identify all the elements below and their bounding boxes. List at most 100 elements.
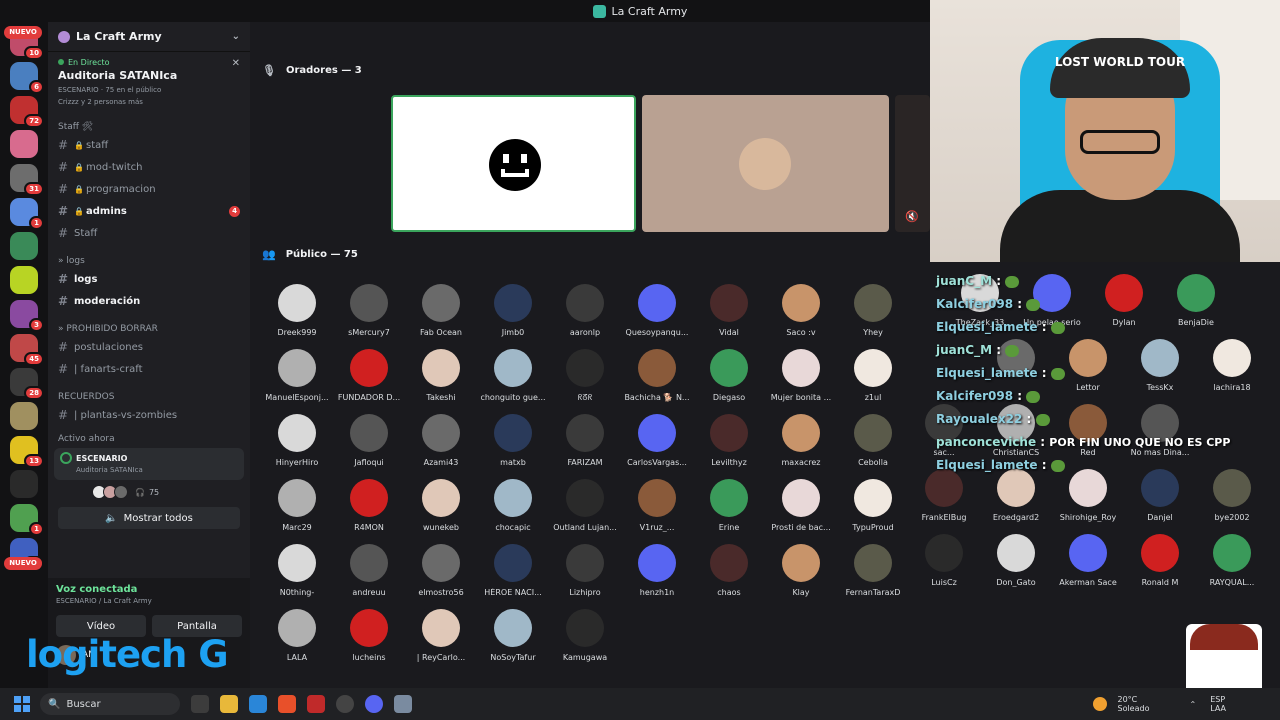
speaker-card[interactable] <box>642 95 889 232</box>
audience-member[interactable]: HinyerHiro <box>261 414 333 467</box>
language-indicator[interactable]: ESP LAA <box>1210 695 1226 713</box>
channel-category[interactable]: Staff 🛠 <box>48 120 250 134</box>
show-all-button[interactable]: 🔈 Mostrar todos <box>58 507 240 529</box>
obs-icon[interactable] <box>336 695 354 713</box>
audience-member[interactable]: Akerman Sace <box>1052 534 1124 587</box>
close-icon[interactable]: ✕ <box>232 58 240 69</box>
audience-member[interactable]: elmostro56 <box>405 544 477 597</box>
audience-member[interactable]: matxb <box>477 414 549 467</box>
audience-member[interactable]: Ronald M <box>1124 534 1196 587</box>
audience-member[interactable]: Cebolla <box>837 414 909 467</box>
server-icon[interactable] <box>10 402 38 430</box>
server-icon[interactable]: 45 <box>10 334 44 366</box>
taskbar-search[interactable]: 🔍 Buscar <box>40 693 180 715</box>
audience-member[interactable]: Fab Ocean <box>405 284 477 337</box>
server-icon[interactable]: 6 <box>10 62 44 94</box>
audience-member[interactable]: Azami43 <box>405 414 477 467</box>
channel-category[interactable]: RECUERDOS <box>48 390 250 404</box>
audience-member[interactable]: Yhey <box>837 284 909 337</box>
audience-member[interactable]: Levilthyz <box>693 414 765 467</box>
task-view-icon[interactable] <box>191 695 209 713</box>
audience-member[interactable]: Saco :v <box>765 284 837 337</box>
app-icon[interactable] <box>307 695 325 713</box>
server-icon[interactable]: 31 <box>10 164 44 196</box>
audience-member[interactable]: sMercury7 <box>333 284 405 337</box>
channel-item[interactable]: # | plantas-vs-zombies <box>48 404 250 426</box>
audience-member[interactable]: Prosti de bac... <box>765 479 837 532</box>
active-stage[interactable]: ESCENARIO Auditoria SATANIca <box>54 448 244 480</box>
server-icon[interactable] <box>10 266 38 294</box>
channel-item[interactable]: # Staff <box>48 222 250 244</box>
audience-member[interactable]: Takeshi <box>405 349 477 402</box>
server-icon[interactable]: 1 <box>10 504 44 536</box>
audience-member[interactable]: Jimb0 <box>477 284 549 337</box>
audience-member[interactable]: | ReyCarlo... <box>405 609 477 662</box>
audience-member[interactable]: chaos <box>693 544 765 597</box>
audience-member[interactable]: Lizhipro <box>549 544 621 597</box>
audience-member[interactable]: NoSoyTafur <box>477 609 549 662</box>
audience-member[interactable]: Don_Gato <box>980 534 1052 587</box>
server-icon[interactable]: 13 <box>10 436 44 468</box>
audience-member[interactable]: TypuProud <box>837 479 909 532</box>
discord-icon[interactable] <box>365 695 383 713</box>
chevron-up-icon[interactable]: ⌃ <box>1189 700 1196 709</box>
audience-member[interactable]: andreuu <box>333 544 405 597</box>
store-icon[interactable] <box>249 695 267 713</box>
audience-member[interactable]: Diegaso <box>693 349 765 402</box>
speaker-card[interactable]: 🔇 <box>895 95 930 232</box>
weather-widget[interactable]: 20°C Soleado <box>1093 695 1149 713</box>
audience-member[interactable]: ᖇᘔᖇ <box>549 349 621 403</box>
audience-member[interactable]: Dreek999 <box>261 284 333 337</box>
settings-icon[interactable] <box>394 695 412 713</box>
file-explorer-icon[interactable] <box>220 695 238 713</box>
live-stage-banner[interactable]: En Directo Auditoria SATANIca ESCENARIO … <box>48 52 250 110</box>
server-icon[interactable] <box>10 232 38 260</box>
audience-member[interactable]: HÉROE NACI... <box>477 544 549 597</box>
channel-item[interactable]: # 🔒 staff <box>48 134 250 156</box>
channel-item[interactable]: # logs <box>48 268 250 290</box>
channel-item[interactable]: # moderación <box>48 290 250 312</box>
channel-item[interactable]: # postulaciones <box>48 336 250 358</box>
audience-member[interactable]: RAYQUAL... <box>1196 534 1268 587</box>
channel-category[interactable]: » PROHIBIDO BORRAR <box>48 322 250 336</box>
windows-start-icon[interactable] <box>14 696 30 712</box>
audience-member[interactable]: lucheins <box>333 609 405 662</box>
audience-member[interactable]: Mujer bonita ... <box>765 349 837 402</box>
audience-member[interactable]: FernanTaraxD <box>837 544 909 597</box>
audience-member[interactable]: CarlosVargas... <box>621 414 693 467</box>
audience-member[interactable]: Kamugawa <box>549 609 621 662</box>
audience-member[interactable]: Marc29 <box>261 479 333 532</box>
audience-member[interactable]: chonguito gue... <box>477 349 549 402</box>
audience-member[interactable]: Outland Lujan... <box>549 479 621 532</box>
audience-member[interactable]: LALA <box>261 609 333 662</box>
audience-member[interactable]: V1ruz_... <box>621 479 693 532</box>
audience-member[interactable]: LuisCz <box>908 534 980 587</box>
server-icon[interactable]: 1 <box>10 198 44 230</box>
server-icon[interactable]: 28 <box>10 368 44 400</box>
audience-member[interactable]: N0thing- <box>261 544 333 597</box>
audience-member[interactable]: ManuelEsponj... <box>261 349 333 402</box>
channel-item[interactable]: # 🔒 programacion <box>48 178 250 200</box>
audience-member[interactable]: FARIZAM <box>549 414 621 467</box>
audience-member[interactable]: FUNDADOR D... <box>333 349 405 402</box>
channel-item[interactable]: # 🔒 mod-twitch <box>48 156 250 178</box>
channel-category[interactable]: » logs <box>48 254 250 268</box>
audience-member[interactable]: maxacrez <box>765 414 837 467</box>
audience-member[interactable]: Vidal <box>693 284 765 337</box>
audience-member[interactable]: Erine <box>693 479 765 532</box>
audience-member[interactable]: Jafloqui <box>333 414 405 467</box>
server-header[interactable]: La Craft Army ⌄ <box>48 22 250 52</box>
brave-icon[interactable] <box>278 695 296 713</box>
audience-member[interactable]: Bachicha 🐕 N... <box>621 349 693 402</box>
audience-member[interactable]: R4MON <box>333 479 405 532</box>
chevron-down-icon[interactable]: ⌄ <box>232 31 240 42</box>
server-icon[interactable]: 3 <box>10 300 44 332</box>
audience-member[interactable]: Klay <box>765 544 837 597</box>
audience-member[interactable]: henzh1n <box>621 544 693 597</box>
audience-member[interactable]: wunekeb <box>405 479 477 532</box>
server-icon[interactable]: 72 <box>10 96 44 128</box>
server-icon[interactable] <box>10 130 38 158</box>
channel-item[interactable]: # | fanarts-craft <box>48 358 250 380</box>
audience-member[interactable]: z1ul <box>837 349 909 402</box>
audience-member[interactable]: aaronlp <box>549 284 621 337</box>
